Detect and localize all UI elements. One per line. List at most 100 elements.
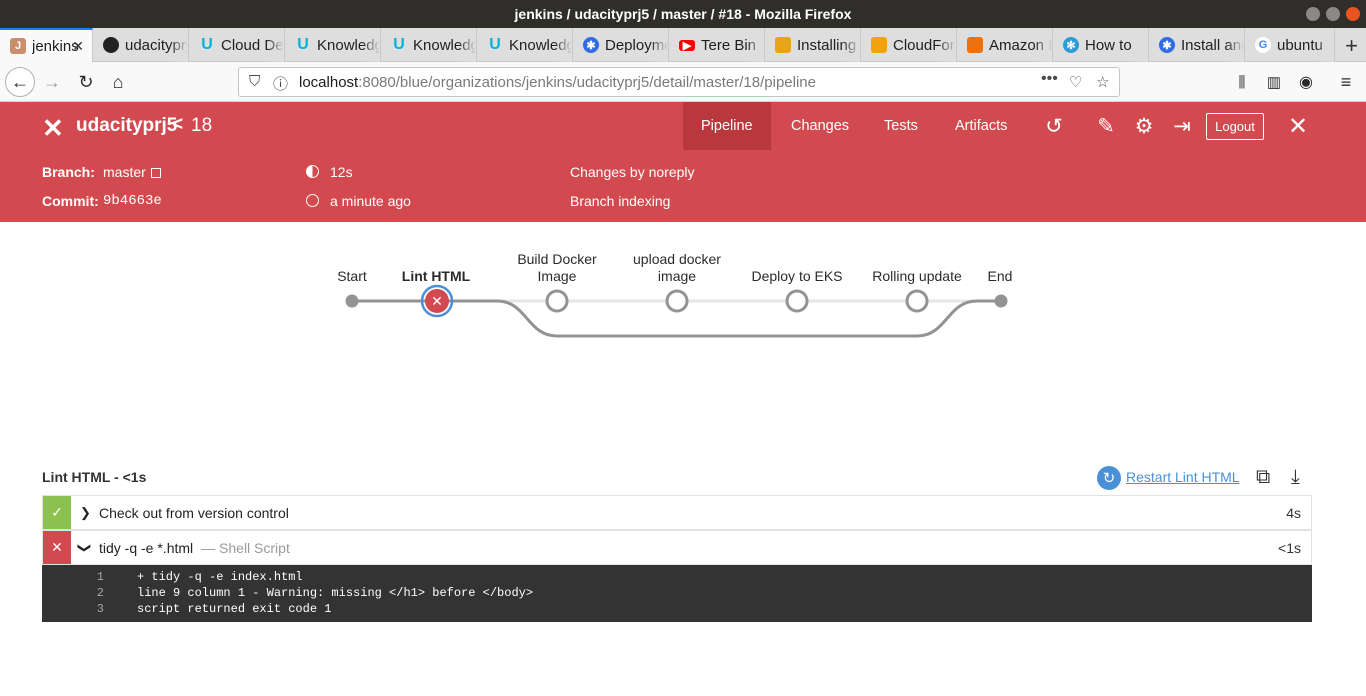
console-line: 2 line 9 column 1 - Warning: missing </h… — [42, 585, 1312, 601]
url-text[interactable]: localhost:8080/blue/organizations/jenkin… — [299, 74, 816, 91]
external-link-icon — [150, 168, 161, 178]
classic-view-icon[interactable]: ⇥ — [1169, 113, 1195, 139]
close-icon[interactable]: ✕ — [1288, 112, 1308, 141]
line-text: line 9 column 1 - Warning: missing </h1>… — [137, 586, 534, 600]
step-row[interactable]: ✕ ❯ tidy -q -e *.html — Shell Script <1s — [42, 530, 1312, 565]
failure-x-icon: ✕ — [43, 531, 71, 564]
breadcrumb-separator: < — [172, 114, 184, 135]
browser-tab[interactable]: Installing — [765, 28, 861, 62]
github-icon — [103, 37, 119, 53]
maximize-button[interactable] — [1326, 7, 1340, 21]
stage-log-title: Lint HTML - <1s — [42, 469, 147, 485]
reload-icon[interactable]: ↻ — [74, 70, 98, 94]
step-duration: 4s — [1286, 505, 1301, 521]
page-actions-icon[interactable]: ••• — [1041, 70, 1058, 88]
stage-node-deploy-to-eks — [785, 289, 809, 313]
back-arrow-icon[interactable]: ← — [5, 67, 35, 97]
duration-icon — [306, 165, 319, 178]
logout-button[interactable]: Logout — [1206, 113, 1264, 140]
jenkins-icon: J — [10, 38, 26, 54]
tab-close-icon[interactable]: ✕ — [72, 38, 84, 55]
pipeline-name[interactable]: udacityprj5 — [76, 115, 177, 137]
info-icon[interactable]: ⓘ — [273, 73, 288, 94]
restart-icon[interactable]: ↻ — [1097, 466, 1121, 490]
close-run-icon[interactable]: ✕ — [42, 113, 64, 144]
udacity-icon: U — [201, 36, 213, 53]
bookmark-star-icon[interactable]: ☆ — [1096, 73, 1109, 91]
browser-tab[interactable]: ✱ Deployment — [573, 28, 669, 62]
line-number[interactable]: 2 — [92, 585, 104, 601]
browser-tab[interactable]: J jenkins ✕ — [0, 28, 93, 62]
new-tab-icon[interactable]: + — [1345, 33, 1358, 59]
browser-tab[interactable]: ▶ Tere Bin — [669, 28, 765, 62]
console-output: 1 + tidy -q -e index.html 2 line 9 colum… — [42, 565, 1312, 622]
browser-tab[interactable]: U Knowledge — [477, 28, 573, 62]
kubernetes-icon: ✱ — [583, 37, 599, 53]
clock-icon — [306, 194, 319, 207]
browser-tab[interactable]: U Knowledge — [381, 28, 477, 62]
pocket-icon[interactable]: ♡ — [1069, 73, 1082, 91]
google-icon: G — [1255, 37, 1271, 53]
browser-tab[interactable]: U Cloud DevOps — [189, 28, 285, 62]
url-bar[interactable]: ⛉ ⓘ localhost:8080/blue/organizations/je… — [238, 67, 1120, 97]
gear-icon[interactable]: ⚙ — [1131, 113, 1157, 139]
browser-tab[interactable]: udacityprj5 — [93, 28, 189, 62]
stage-node-upload-docker-image — [665, 289, 689, 313]
run-started: a minute ago — [330, 193, 411, 209]
step-row[interactable]: ✓ ❯ Check out from version control 4s — [42, 495, 1312, 530]
tab-pipeline[interactable]: Pipeline — [683, 102, 771, 150]
restart-stage-link[interactable]: Restart Lint HTML — [1126, 469, 1240, 485]
account-icon[interactable]: ◉ — [1294, 70, 1318, 94]
forward-arrow-icon[interactable]: → — [40, 70, 64, 94]
browser-tab[interactable]: G ubuntu — [1245, 28, 1335, 62]
console-line: 3 script returned exit code 1 — [42, 601, 1312, 617]
browser-tab[interactable]: CloudFormation — [861, 28, 957, 62]
library-icon[interactable]: ⫼ — [1230, 70, 1254, 94]
line-text: script returned exit code 1 — [137, 602, 332, 616]
success-check-icon: ✓ — [43, 496, 71, 529]
commit-hash[interactable]: 9b4663e — [103, 193, 162, 209]
aws-docs-icon — [775, 37, 791, 53]
tab-tests[interactable]: Tests — [884, 102, 918, 150]
line-text: + tidy -q -e index.html — [137, 570, 303, 584]
sidebar-icon[interactable]: ▥ — [1262, 70, 1286, 94]
rerun-icon[interactable]: ↺ — [1041, 113, 1067, 139]
download-icon[interactable]: ⤓ — [1291, 466, 1300, 489]
console-line: 1 + tidy -q -e index.html — [42, 569, 1312, 585]
branch-label: Branch: — [42, 164, 95, 180]
browser-navbar: ← → ↻ ⌂ ⛉ ⓘ localhost:8080/blue/organiza… — [0, 62, 1366, 102]
line-number[interactable]: 3 — [92, 601, 104, 617]
home-icon[interactable]: ⌂ — [106, 70, 130, 94]
branch-link[interactable]: master — [103, 164, 161, 180]
tab-changes[interactable]: Changes — [791, 102, 849, 150]
open-in-new-window-icon[interactable]: ⧉ — [1256, 466, 1270, 489]
stage-node-build-docker-image — [545, 289, 569, 313]
chevron-right-icon[interactable]: ❯ — [80, 505, 91, 521]
browser-tab[interactable]: ✱ Install and — [1149, 28, 1245, 62]
step-name[interactable]: Check out from version control — [99, 505, 289, 521]
udacity-icon: U — [489, 36, 501, 53]
pipeline-graph: Start Lint HTML Build Docker Image upload… — [0, 240, 1366, 360]
commit-label: Commit: — [42, 193, 99, 209]
step-duration: <1s — [1278, 540, 1301, 556]
browser-tab[interactable]: ✻ How to — [1053, 28, 1149, 62]
minimize-button[interactable] — [1306, 7, 1320, 21]
pipeline-graph-svg: ✕ — [345, 284, 1008, 338]
run-header: ✕ udacityprj5 < 18 Pipeline Changes Test… — [0, 102, 1366, 150]
stage-node-rolling-update — [905, 289, 929, 313]
run-cause: Branch indexing — [570, 193, 671, 209]
start-node — [345, 294, 359, 308]
kubernetes-wheel-icon: ✻ — [1063, 37, 1079, 53]
browser-tab[interactable]: Amazon EKS — [957, 28, 1053, 62]
tab-artifacts[interactable]: Artifacts — [955, 102, 1007, 150]
edit-pencil-icon[interactable]: ✎ — [1093, 113, 1119, 139]
aws-box-icon — [871, 37, 887, 53]
youtube-icon: ▶ — [679, 39, 695, 52]
step-name[interactable]: tidy -q -e *.html — Shell Script — [99, 540, 290, 556]
window-close-button[interactable] — [1346, 7, 1360, 21]
shield-icon[interactable]: ⛉ — [249, 73, 260, 90]
browser-tab[interactable]: U Knowledge — [285, 28, 381, 62]
chevron-down-icon[interactable]: ❯ — [76, 543, 92, 554]
line-number[interactable]: 1 — [92, 569, 104, 585]
menu-hamburger-icon[interactable]: ≡ — [1334, 70, 1358, 94]
